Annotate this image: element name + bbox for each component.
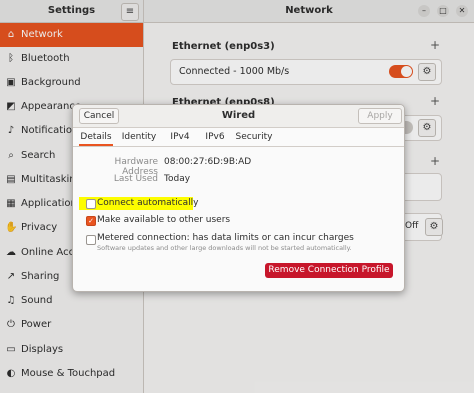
metered-checkbox[interactable] (86, 235, 96, 245)
metered-sublabel: Software updates and other large downloa… (97, 244, 352, 252)
last-used-label: Last Used (113, 174, 158, 184)
available-users-checkbox[interactable]: ✓ (86, 216, 96, 226)
connect-automatically-checkbox[interactable] (86, 199, 96, 209)
available-users-label: Make available to other users (97, 215, 231, 225)
metered-label: Metered connection: has data limits or c… (97, 233, 354, 243)
tab-ipv6[interactable]: IPv6 (201, 128, 229, 146)
tab-identity[interactable]: Identity (120, 128, 158, 146)
tab-security[interactable]: Security (235, 128, 273, 146)
tab-ipv4[interactable]: IPv4 (166, 128, 194, 146)
wired-dialog: Cancel Wired Apply Details Identity IPv4… (72, 104, 405, 292)
hardware-address-value: 08:00:27:6D:9B:AD (164, 157, 252, 167)
dialog-tabs: Details Identity IPv4 IPv6 Security (73, 128, 404, 147)
remove-connection-profile-button[interactable]: Remove Connection Profile (265, 263, 393, 278)
tab-details[interactable]: Details (79, 128, 113, 146)
dialog-header: Cancel Wired Apply (73, 105, 404, 128)
apply-button[interactable]: Apply (358, 108, 402, 124)
dialog-title: Wired (221, 110, 256, 121)
connect-automatically-label: Connect automatically (97, 198, 199, 208)
cancel-button[interactable]: Cancel (79, 108, 119, 124)
settings-window: Settings ≡ Network – □ ✕ ⌂ Network ᛒ Blu… (0, 0, 474, 393)
last-used-value: Today (164, 174, 191, 184)
